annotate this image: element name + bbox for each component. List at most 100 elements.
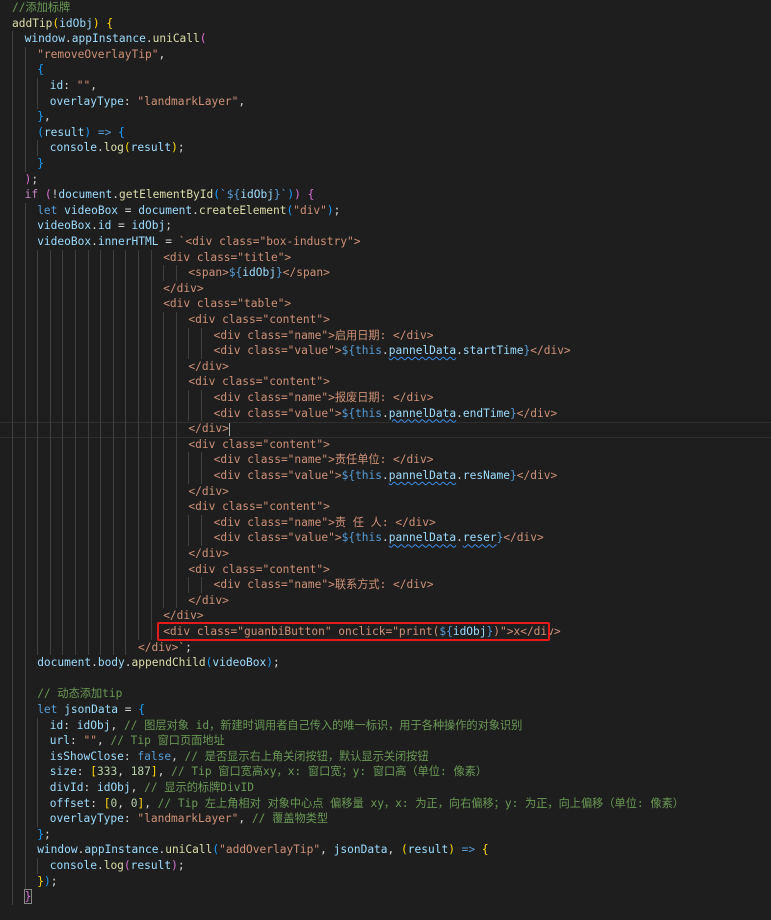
code-line[interactable]: <div class="title"> [0, 249, 771, 266]
code-token: ; [333, 203, 341, 217]
indent-guide [138, 265, 139, 281]
indent-guide [112, 343, 114, 359]
code-line[interactable]: let videoBox = document.createElement("d… [0, 202, 771, 219]
indent-guide [100, 452, 102, 468]
code-line[interactable]: overlayType: "landmarkLayer", // 覆盖物类型 [0, 811, 771, 827]
code-line[interactable] [0, 670, 771, 687]
code-token: pannelData [388, 344, 457, 358]
code-line[interactable]: <div class="table"> [0, 296, 771, 312]
code-text: <div class="name">报废日期: </div> [214, 390, 434, 406]
code-line[interactable]: <div class="value">${this.pannelData.res… [0, 530, 771, 546]
code-token: console [49, 859, 97, 872]
code-line[interactable]: (result) => { [0, 124, 771, 141]
indent-guide [37, 405, 39, 422]
code-line[interactable]: </div> [0, 421, 771, 437]
code-line[interactable]: // 动态添加tip [0, 686, 771, 702]
code-line[interactable]: let jsonData = { [0, 702, 771, 718]
indent-guide [12, 655, 13, 671]
code-line[interactable]: }; [0, 826, 771, 843]
code-line[interactable]: <div class="value">${this.pannelData.sta… [0, 343, 771, 359]
code-line[interactable]: <div class="value">${this.pannelData.end… [0, 405, 771, 422]
code-line[interactable]: <div class="content"> [0, 374, 771, 390]
code-line[interactable]: } [0, 156, 771, 172]
indent-guide [175, 343, 177, 359]
code-line[interactable]: id: idObj, // 图层对象 id，新建时调用者自己传入的唯一标识，用于… [0, 717, 771, 734]
indent-guide [87, 405, 89, 422]
code-line[interactable]: <div class="value">${this.pannelData.res… [0, 468, 771, 484]
code-line[interactable]: <div class="name">责任单位: </div> [0, 452, 771, 468]
code-line[interactable]: <div class="name">责 任 人: </div> [0, 514, 771, 531]
code-line[interactable]: //添加标牌 [0, 0, 771, 16]
code-line[interactable]: videoBox.id = idObj; [0, 218, 771, 234]
code-token: id [49, 79, 64, 92]
indent-guide [163, 546, 165, 562]
indent-guide [87, 577, 89, 593]
indent-guide [125, 280, 127, 297]
code-line[interactable]: <div class="name">联系方式: </div> [0, 577, 771, 593]
code-line[interactable]: <span>${idObj}</span> [0, 265, 771, 281]
indent-guide [87, 280, 89, 297]
code-line[interactable]: </div> [0, 358, 771, 375]
code-token: // 动态添加tip [37, 687, 123, 701]
indent-guide [188, 530, 190, 546]
code-line[interactable]: url: "", // Tip 窗口页面地址 [0, 733, 771, 749]
code-line[interactable]: } [0, 889, 771, 905]
indent-guide [201, 577, 202, 593]
code-line[interactable]: <div class="name">启用日期: </div> [0, 327, 771, 344]
code-line[interactable]: </div> [0, 592, 771, 609]
indent-guide [24, 234, 26, 250]
code-line[interactable]: </div> [0, 280, 771, 297]
code-token: window [24, 32, 66, 46]
code-line[interactable]: </div>`; [0, 639, 771, 656]
code-text: <div class="content"> [188, 312, 329, 328]
code-line[interactable]: </div> [0, 546, 771, 562]
code-token: , [117, 796, 131, 810]
code-line[interactable]: "removeOverlayTip", [0, 46, 771, 63]
code-line[interactable]: <div class="name">报废日期: </div> [0, 390, 771, 406]
code-line[interactable]: if (!document.getElementById(`${idObj}`)… [0, 187, 771, 203]
code-editor[interactable]: //添加标牌 addTip(idObj) {window.appInstance.… [0, 0, 771, 920]
indent-guide [125, 421, 127, 437]
code-line[interactable]: videoBox.innerHTML = `<div class="box-in… [0, 234, 771, 250]
indent-guide [138, 390, 139, 406]
code-text: console.log(result); [50, 858, 185, 874]
indent-guide [24, 436, 26, 453]
code-line[interactable]: <div class="content"> [0, 436, 771, 453]
indent-guide [201, 514, 202, 531]
code-line[interactable]: window.appInstance.uniCall("addOverlayTi… [0, 842, 771, 858]
indent-guide [87, 312, 89, 328]
code-line[interactable]: ); [0, 171, 771, 188]
code-line[interactable]: </div> [0, 483, 771, 500]
code-line[interactable]: divId: idObj, // 显示的标牌DivID [0, 780, 771, 796]
code-line[interactable]: <div class="content"> [0, 561, 771, 578]
indent-guide [75, 514, 76, 531]
code-line[interactable]: overlayType: "landmarkLayer", [0, 93, 771, 110]
code-token: </div>` [138, 640, 186, 654]
indent-guide [62, 358, 64, 375]
code-line[interactable]: addTip(idObj) { [0, 16, 771, 32]
code-token: // Tip 窗口页面地址 [110, 734, 225, 748]
code-line[interactable]: offset: [0, 0], // Tip 左上角相对 对象中心点 偏移量 x… [0, 795, 771, 812]
indent-guide [75, 483, 76, 500]
code-token: document [37, 656, 92, 670]
code-line[interactable]: }, [0, 109, 771, 125]
code-line[interactable]: <div class="content"> [0, 499, 771, 515]
code-line[interactable]: isShowClose: false, // 是否显示右上角关闭按钮，默认显示关… [0, 748, 771, 765]
code-line[interactable]: console.log(result); [0, 140, 771, 156]
code-line[interactable]: <div class="content"> [0, 312, 771, 328]
code-text: <div class="content"> [188, 437, 329, 453]
code-line[interactable]: { [0, 62, 771, 78]
indent-guide [100, 327, 102, 344]
code-token: { [37, 63, 44, 77]
code-line[interactable]: }); [0, 873, 771, 890]
code-token: overlayType [49, 812, 124, 826]
indent-guide [75, 639, 76, 656]
code-line[interactable]: id: "", [0, 78, 771, 94]
code-line[interactable]: window.appInstance.uniCall( [0, 31, 771, 47]
indent-guide [175, 327, 177, 344]
indent-guide [12, 546, 13, 562]
code-line[interactable]: document.body.appendChild(videoBox); [0, 655, 771, 671]
code-line[interactable]: size: [333, 187], // Tip 窗口宽高xy，x: 窗口宽；y… [0, 764, 771, 780]
code-line[interactable]: console.log(result); [0, 858, 771, 874]
code-text: <div class="table"> [163, 296, 291, 312]
